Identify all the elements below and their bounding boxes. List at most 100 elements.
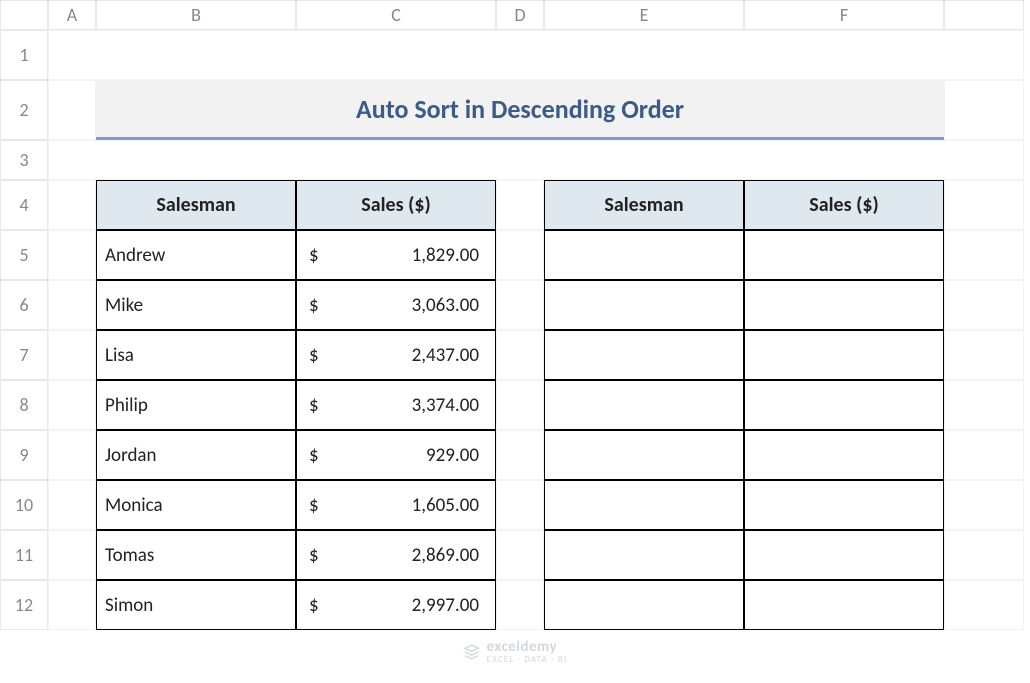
cell[interactable] <box>496 430 544 480</box>
cell[interactable] <box>944 480 1024 530</box>
row-header-3[interactable]: 3 <box>0 140 48 180</box>
cell[interactable] <box>48 580 96 630</box>
table2-name-3[interactable] <box>544 380 744 430</box>
cell[interactable] <box>48 80 96 140</box>
currency-symbol: $ <box>305 494 319 517</box>
row-header-6[interactable]: 6 <box>0 280 48 330</box>
col-header-D[interactable]: D <box>496 0 544 30</box>
row-header-1[interactable]: 1 <box>0 30 48 80</box>
table2-name-1[interactable] <box>544 280 744 330</box>
table2-name-4[interactable] <box>544 430 744 480</box>
cell[interactable] <box>944 280 1024 330</box>
table2-sales-3[interactable] <box>744 380 944 430</box>
table1-name-6[interactable]: Tomas <box>96 530 296 580</box>
table1-name-5[interactable]: Monica <box>96 480 296 530</box>
currency-symbol: $ <box>305 444 319 467</box>
col-header-F[interactable]: F <box>744 0 944 30</box>
cell[interactable] <box>496 230 544 280</box>
table1-sales-4[interactable]: $929.00 <box>296 430 496 480</box>
col-header-A[interactable]: A <box>48 0 96 30</box>
currency-symbol: $ <box>305 544 319 567</box>
cell[interactable] <box>496 480 544 530</box>
cell[interactable] <box>48 230 96 280</box>
table1-sales-5[interactable]: $1,605.00 <box>296 480 496 530</box>
cell[interactable] <box>48 330 96 380</box>
col-header-C[interactable]: C <box>296 0 496 30</box>
table1-name-3[interactable]: Philip <box>96 380 296 430</box>
table2-sales-5[interactable] <box>744 480 944 530</box>
row-header-4[interactable]: 4 <box>0 180 48 230</box>
table2-name-5[interactable] <box>544 480 744 530</box>
amount: 929.00 <box>426 444 487 467</box>
currency-symbol: $ <box>305 594 319 617</box>
cell[interactable] <box>944 330 1024 380</box>
col-header-E[interactable]: E <box>544 0 744 30</box>
table2-header-sales[interactable]: Sales ($) <box>744 180 944 230</box>
table2-header-name[interactable]: Salesman <box>544 180 744 230</box>
amount: 3,374.00 <box>412 394 487 417</box>
cell[interactable] <box>944 380 1024 430</box>
table1-name-2[interactable]: Lisa <box>96 330 296 380</box>
table1-header-name[interactable]: Salesman <box>96 180 296 230</box>
cell[interactable] <box>496 530 544 580</box>
cell[interactable] <box>48 380 96 430</box>
table2-sales-6[interactable] <box>744 530 944 580</box>
cell[interactable] <box>48 480 96 530</box>
spreadsheet-grid: A B C D E F 1 2 Auto Sort in Descending … <box>0 0 1030 630</box>
cell[interactable] <box>48 430 96 480</box>
col-header-blank[interactable] <box>944 0 1024 30</box>
row-header-7[interactable]: 7 <box>0 330 48 380</box>
table2-sales-7[interactable] <box>744 580 944 630</box>
cell[interactable] <box>496 280 544 330</box>
cell[interactable] <box>944 230 1024 280</box>
cell[interactable] <box>944 530 1024 580</box>
table1-sales-3[interactable]: $3,374.00 <box>296 380 496 430</box>
row-header-8[interactable]: 8 <box>0 380 48 430</box>
cell[interactable] <box>48 280 96 330</box>
row-header-2[interactable]: 2 <box>0 80 48 140</box>
table2-sales-0[interactable] <box>744 230 944 280</box>
currency-symbol: $ <box>305 244 319 267</box>
cell[interactable] <box>48 30 1024 80</box>
table2-name-2[interactable] <box>544 330 744 380</box>
cell[interactable] <box>496 330 544 380</box>
table1-sales-0[interactable]: $1,829.00 <box>296 230 496 280</box>
table2-sales-2[interactable] <box>744 330 944 380</box>
cell[interactable] <box>48 140 1024 180</box>
table2-sales-4[interactable] <box>744 430 944 480</box>
table1-sales-6[interactable]: $2,869.00 <box>296 530 496 580</box>
page-title: Auto Sort in Descending Order <box>96 80 944 140</box>
amount: 1,829.00 <box>412 244 487 267</box>
row-header-9[interactable]: 9 <box>0 430 48 480</box>
table1-name-1[interactable]: Mike <box>96 280 296 330</box>
table1-name-4[interactable]: Jordan <box>96 430 296 480</box>
table1-name-0[interactable]: Andrew <box>96 230 296 280</box>
cell[interactable] <box>944 430 1024 480</box>
logo-icon <box>463 643 481 661</box>
table2-name-7[interactable] <box>544 580 744 630</box>
cell[interactable] <box>944 180 1024 230</box>
select-all-corner[interactable] <box>0 0 48 30</box>
row-header-10[interactable]: 10 <box>0 480 48 530</box>
currency-symbol: $ <box>305 294 319 317</box>
watermark: exceldemy EXCEL · DATA · BI <box>463 638 568 665</box>
row-header-5[interactable]: 5 <box>0 230 48 280</box>
cell[interactable] <box>944 80 1024 140</box>
row-header-12[interactable]: 12 <box>0 580 48 630</box>
col-header-B[interactable]: B <box>96 0 296 30</box>
table2-name-6[interactable] <box>544 530 744 580</box>
cell[interactable] <box>48 180 96 230</box>
cell[interactable] <box>496 580 544 630</box>
table1-header-sales[interactable]: Sales ($) <box>296 180 496 230</box>
cell[interactable] <box>496 180 544 230</box>
cell[interactable] <box>944 580 1024 630</box>
table1-sales-2[interactable]: $2,437.00 <box>296 330 496 380</box>
cell[interactable] <box>48 530 96 580</box>
table2-name-0[interactable] <box>544 230 744 280</box>
table1-name-7[interactable]: Simon <box>96 580 296 630</box>
row-header-11[interactable]: 11 <box>0 530 48 580</box>
cell[interactable] <box>496 380 544 430</box>
table1-sales-7[interactable]: $2,997.00 <box>296 580 496 630</box>
table2-sales-1[interactable] <box>744 280 944 330</box>
table1-sales-1[interactable]: $3,063.00 <box>296 280 496 330</box>
